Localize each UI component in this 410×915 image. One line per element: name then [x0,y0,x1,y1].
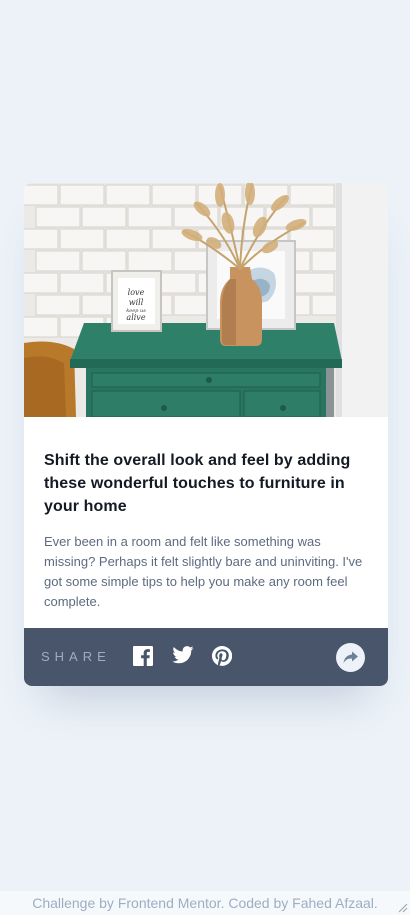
article-title[interactable]: Shift the overall look and feel by addin… [44,449,366,518]
svg-text:love: love [128,288,145,297]
attribution-middle: . Coded by [220,895,293,911]
resize-grip-icon[interactable] [396,901,408,913]
share-icon [343,651,358,664]
share-label: SHARE [41,649,111,664]
article-card: love will keep us alive Shift the overal… [24,183,388,686]
attribution: Challenge by Frontend Mentor. Coded by F… [0,891,410,915]
svg-text:alive: alive [126,313,145,322]
share-bar: SHARE [24,628,388,686]
attribution-suffix: . [373,895,378,911]
svg-text:will: will [129,298,144,307]
frontend-mentor-link[interactable]: Frontend Mentor [118,895,221,911]
share-button[interactable] [336,643,365,672]
author-link[interactable]: Fahed Afzaal [292,895,374,911]
article-description: Ever been in a room and felt like someth… [44,534,363,609]
pinterest-icon[interactable] [212,646,234,668]
article-body: Shift the overall look and feel by addin… [44,449,366,612]
facebook-icon[interactable] [133,646,155,668]
article-image: love will keep us alive [24,183,388,417]
attribution-prefix: Challenge by [32,895,118,911]
twitter-icon[interactable] [172,646,194,668]
